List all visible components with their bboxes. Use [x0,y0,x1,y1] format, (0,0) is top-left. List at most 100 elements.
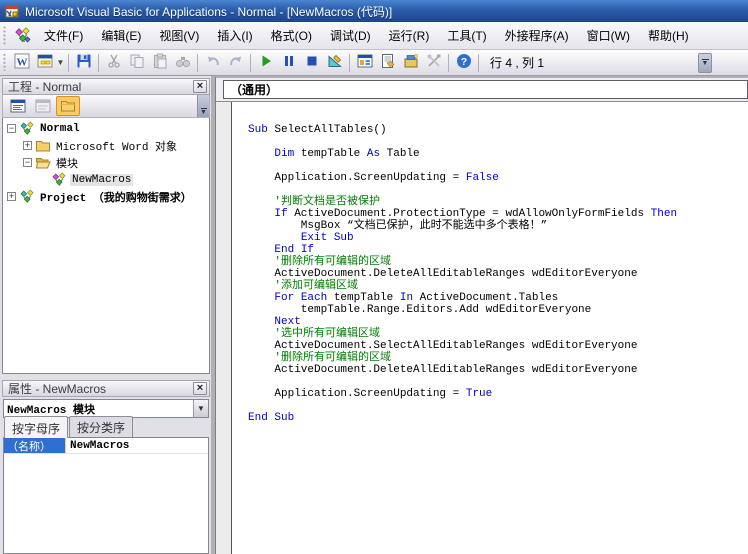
menu-item-10[interactable]: 窗口(W) [578,23,639,48]
code-line: Application.ScreenUpdating = True [248,388,748,400]
code-line: '删除所有可编辑的区域 [248,256,748,268]
undo-button [201,52,224,74]
tree-item-newmacros[interactable]: NewMacros [3,171,209,188]
menu-item-5[interactable]: 格式(O) [262,23,321,48]
tree-item-project-[interactable]: +Project （我的购物街需求） [3,188,209,205]
project-explorer-button[interactable] [353,52,376,74]
tree-item--[interactable]: −模块 [3,154,209,171]
break-button[interactable] [277,52,300,74]
copy-icon [129,53,145,72]
scope-dropdown[interactable]: （通用） [223,80,748,99]
main-area: 工程 - Normal × ▼ −Normal+Microsoft Word 对… [0,76,748,554]
menu-item-7[interactable]: 运行(R) [380,23,439,48]
property-name[interactable]: （名称） [4,438,66,453]
toolbar-separator [98,54,99,72]
project-panel-close-icon[interactable]: × [193,80,207,93]
menu-item-11[interactable]: 帮助(H) [639,23,698,48]
reset-icon [304,53,320,72]
project-panel-title: 工程 - Normal [8,78,193,95]
code-line [248,136,748,148]
code-line: MsgBox “文档已保护，此时不能选中多个表格！” [248,220,748,232]
code-line: ActiveDocument.DeleteAllEditableRanges w… [248,268,748,280]
code-line: '删除所有可编辑的区域 [248,352,748,364]
userform-icon [37,53,53,72]
menu-grip[interactable] [2,26,7,45]
toolbar-buttons: W ▼? [10,52,475,74]
project-icon [19,189,38,205]
project-panel-header[interactable]: 工程 - Normal × [2,78,210,95]
object-browser-button[interactable] [399,52,422,74]
toolbar-separator [68,54,69,72]
properties-grid: （名称）NewMacros [3,437,209,554]
view-code-button[interactable] [6,96,30,116]
scope-dropdown-value: （通用） [230,81,278,98]
expand-icon[interactable]: + [23,141,32,150]
copy-button [125,52,148,74]
design-mode-icon [327,53,343,72]
code-line [248,160,748,172]
menu-item-6[interactable]: 调试(D) [321,23,380,48]
design-mode-button[interactable] [323,52,346,74]
tree-item-microsoft-word-[interactable]: +Microsoft Word 对象 [3,137,209,154]
vba-editor-window: Microsoft Visual Basic for Applications … [0,0,748,554]
tree-item-label: NewMacros [70,174,133,186]
object-browser-icon [403,53,419,72]
undo-icon [205,53,221,72]
property-row[interactable]: （名称）NewMacros [4,438,208,454]
chevron-down-icon[interactable]: ▼ [193,400,208,417]
margin-indicator-bar[interactable] [216,102,232,554]
project-toolbar-overflow-button[interactable]: ▼ [197,95,209,117]
property-value[interactable]: NewMacros [66,440,129,452]
help-button[interactable]: ? [452,52,475,74]
properties-window-icon [380,53,396,72]
menu-bar: 文件(F)编辑(E)视图(V)插入(I)格式(O)调试(D)运行(R)工具(T)… [0,22,748,50]
project-explorer-panel: 工程 - Normal × ▼ −Normal+Microsoft Word 对… [2,78,210,374]
toolbar-overflow-button[interactable]: ▼ [698,53,712,73]
view-object-button[interactable] [31,96,55,116]
tab-alphabetic[interactable]: 按字母序 [4,416,68,438]
toolbar-separator [197,54,198,72]
menu-item-9[interactable]: 外接程序(A) [496,23,578,48]
properties-window-button[interactable] [376,52,399,74]
folder-open-icon [35,155,54,171]
object-selector-value: NewMacros 模块 [4,401,193,417]
code-window-child-icon[interactable] [14,27,31,44]
cut-icon [106,53,122,72]
menu-item-2[interactable]: 编辑(E) [92,23,150,48]
toolbox-button [422,52,445,74]
menu-item-4[interactable]: 插入(I) [208,23,261,48]
project-tree: −Normal+Microsoft Word 对象−模块 NewMacros +Pr… [2,118,210,374]
reset-button[interactable] [300,52,323,74]
code-editor[interactable]: Sub SelectAllTables() Dim tempTable As T… [232,102,748,554]
menu-item-1[interactable]: 文件(F) [35,23,92,48]
collapse-icon[interactable]: − [23,158,32,167]
menu-item-8[interactable]: 工具(T) [438,23,495,48]
code-line: Next [248,316,748,328]
code-window: （通用） Sub SelectAllTables() Dim tempTable… [215,76,748,554]
project-panel-toolbar: ▼ [2,95,210,118]
code-body: Sub SelectAllTables() Dim tempTable As T… [216,102,748,554]
properties-panel-close-icon[interactable]: × [193,382,207,395]
insert-object-dropdown-icon[interactable]: ▼ [56,52,65,74]
project-explorer-icon [357,53,373,72]
save-icon [76,53,92,72]
expand-icon[interactable]: + [7,192,16,201]
properties-panel-header[interactable]: 属性 - NewMacros × [2,380,210,397]
run-button[interactable] [254,52,277,74]
tab-categorized[interactable]: 按分类序 [69,416,133,437]
code-line [248,376,748,388]
code-line: Application.ScreenUpdating = False [248,172,748,184]
collapse-icon[interactable]: − [7,124,16,133]
paste-icon [152,53,168,72]
find-icon [175,53,191,72]
code-line: '判断文档是否被保护 [248,196,748,208]
save-button[interactable] [72,52,95,74]
properties-panel: 属性 - NewMacros × NewMacros 模块 ▼ 按字母序按分类序… [2,380,210,554]
view-word-button[interactable]: W [10,52,33,74]
tree-item-normal[interactable]: −Normal [3,120,209,137]
properties-panel-title: 属性 - NewMacros [8,380,193,397]
toolbar-grip[interactable] [2,54,7,72]
toggle-folders-button[interactable] [56,96,80,116]
insert-userform-button[interactable] [33,52,56,74]
menu-item-3[interactable]: 视图(V) [150,23,208,48]
